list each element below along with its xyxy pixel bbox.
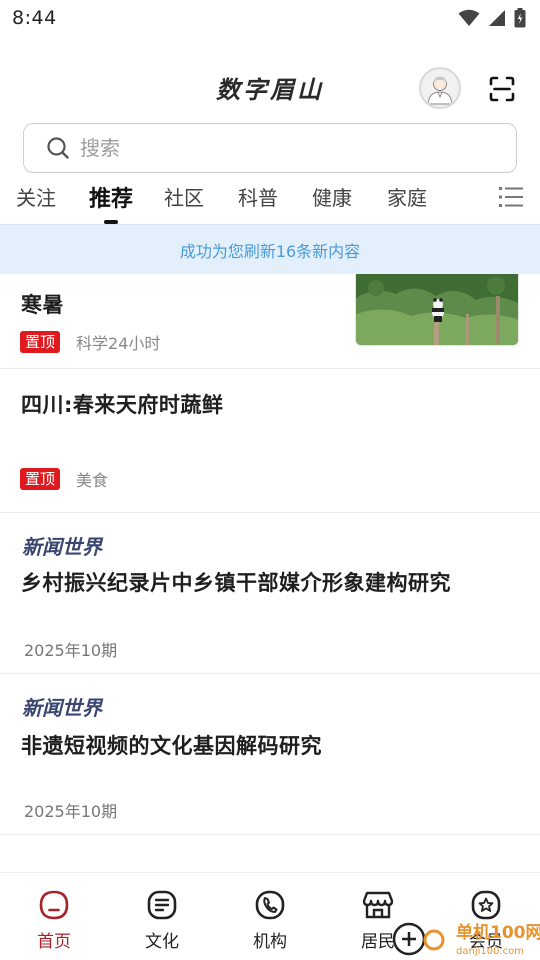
category-tabs: 关注 推荐 社区 科普 健康 家庭: [0, 178, 540, 224]
news-card[interactable]: 寒暑 置顶 科学24小时: [0, 274, 540, 369]
phone-icon: [255, 890, 285, 920]
news-title: 非遗短视频的文化基因解码研究: [21, 734, 322, 758]
culture-icon: [147, 890, 177, 920]
source-logo: 新闻世界: [22, 535, 102, 559]
watermark-url: danji100.com: [456, 946, 524, 957]
search-box[interactable]: [23, 123, 517, 173]
tab-follow[interactable]: 关注: [16, 182, 56, 211]
nav-label: 文化: [145, 932, 179, 952]
news-title: 乡村振兴纪录片中乡镇干部媒介形象建构研究: [21, 571, 451, 595]
nav-culture[interactable]: 文化: [108, 873, 216, 960]
tab-menu-icon[interactable]: [498, 184, 524, 210]
user-avatar-icon: [427, 76, 453, 105]
status-icons: [458, 8, 526, 28]
news-time: 24小时: [108, 334, 161, 353]
nav-label: 机构: [253, 932, 287, 952]
nav-label: 首页: [37, 932, 71, 952]
news-card[interactable]: 四川:春来天府时蔬鲜 置顶 美食: [0, 369, 540, 513]
news-meta-info: 科学24小时: [76, 330, 160, 354]
news-meta: 置顶 美食: [20, 467, 108, 491]
issue-label: 2025年10期: [24, 641, 118, 660]
scan-icon: [489, 76, 515, 102]
news-category: 科学: [76, 334, 109, 353]
star-icon: [471, 890, 501, 920]
news-title: 四川:春来天府时蔬鲜: [21, 393, 224, 417]
status-bar: 8:44: [0, 0, 540, 36]
panda-photo: [355, 274, 519, 346]
pinned-badge: 置顶: [20, 331, 61, 353]
battery-icon: [514, 8, 526, 28]
tab-family[interactable]: 家庭: [387, 182, 427, 211]
shop-icon: [362, 891, 394, 919]
news-category: 美食: [76, 471, 109, 490]
avatar[interactable]: [419, 67, 461, 109]
app-header: 数字眉山: [0, 60, 540, 116]
home-icon: [39, 890, 69, 920]
search-input[interactable]: [80, 136, 460, 160]
news-card[interactable]: 新闻世界 非遗短视频的文化基因解码研究 2025年10期: [0, 674, 540, 835]
source-logo: 新闻世界: [22, 696, 102, 720]
search-icon: [46, 135, 72, 161]
tab-community[interactable]: 社区: [164, 182, 204, 211]
watermark: 单机100网 danji100.com: [390, 918, 540, 960]
nav-institution[interactable]: 机构: [216, 873, 324, 960]
news-feed: 寒暑 置顶 科学24小时 四川:春来天府时蔬鲜 置顶 美食 新闻世界 乡村振兴纪…: [0, 274, 540, 835]
scan-button[interactable]: [486, 73, 518, 105]
tab-recommend[interactable]: 推荐: [89, 181, 133, 213]
news-title: 寒暑: [21, 293, 64, 317]
status-time: 8:44: [12, 7, 57, 29]
news-card[interactable]: 新闻世界 乡村振兴纪录片中乡镇干部媒介形象建构研究 2025年10期: [0, 513, 540, 674]
signal-icon: [489, 10, 505, 26]
nav-home[interactable]: 首页: [0, 873, 108, 960]
tab-science[interactable]: 科普: [238, 182, 278, 211]
pinned-badge: 置顶: [20, 468, 61, 490]
refresh-banner: 成功为您刷新16条新内容: [0, 224, 540, 274]
tab-health[interactable]: 健康: [312, 182, 352, 211]
issue-label: 2025年10期: [24, 802, 118, 821]
watermark-text: 单机100网: [456, 922, 540, 943]
news-meta: 置顶 科学24小时: [20, 330, 160, 354]
wifi-icon: [458, 9, 480, 26]
